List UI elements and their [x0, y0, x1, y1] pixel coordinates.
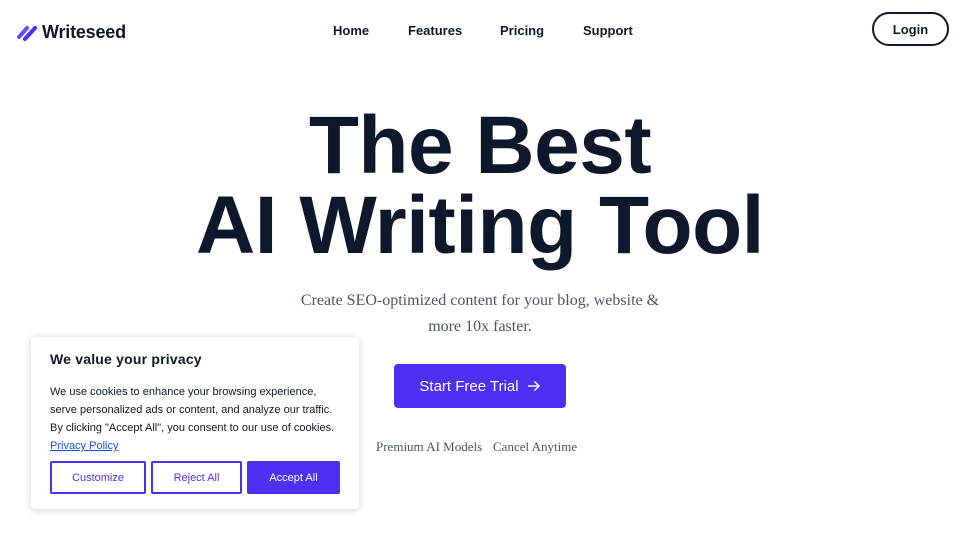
- customize-button[interactable]: Customize: [50, 461, 146, 494]
- hero-title: The Best AI Writing Tool: [0, 100, 960, 271]
- cookie-title: We value your privacy: [50, 351, 202, 367]
- login-button[interactable]: Login: [872, 12, 949, 46]
- start-free-trial-button[interactable]: Start Free Trial: [394, 364, 566, 408]
- nav-link-pricing[interactable]: Pricing: [500, 23, 544, 38]
- cookie-message: We use cookies to enhance your browsing …: [50, 386, 335, 434]
- privacy-policy-link[interactable]: Privacy Policy: [50, 440, 118, 452]
- arrow-right-icon: [527, 381, 540, 391]
- reject-all-button[interactable]: Reject All: [151, 461, 242, 494]
- nav-link-support[interactable]: Support: [583, 23, 633, 38]
- hero-title-line-2: AI Writing Tool: [196, 180, 764, 271]
- nav-link-features[interactable]: Features: [408, 23, 462, 38]
- nav-link-home[interactable]: Home: [333, 23, 369, 38]
- hero-subtitle: Create SEO-optimized content for your bl…: [300, 292, 660, 335]
- cookie-consent-banner: We value your privacy We use cookies to …: [31, 337, 359, 509]
- hero-title-line-1: The Best: [308, 100, 652, 191]
- feature-premium-ai-models: Premium AI Models: [376, 439, 483, 454]
- feature-cancel-anytime: Cancel Anytime: [493, 439, 578, 454]
- accept-all-button[interactable]: Accept All: [247, 461, 340, 494]
- main-nav: Home Features Pricing Support: [0, 22, 960, 40]
- cookie-text: We use cookies to enhance your browsing …: [50, 383, 340, 455]
- cta-label: Start Free Trial: [419, 377, 519, 395]
